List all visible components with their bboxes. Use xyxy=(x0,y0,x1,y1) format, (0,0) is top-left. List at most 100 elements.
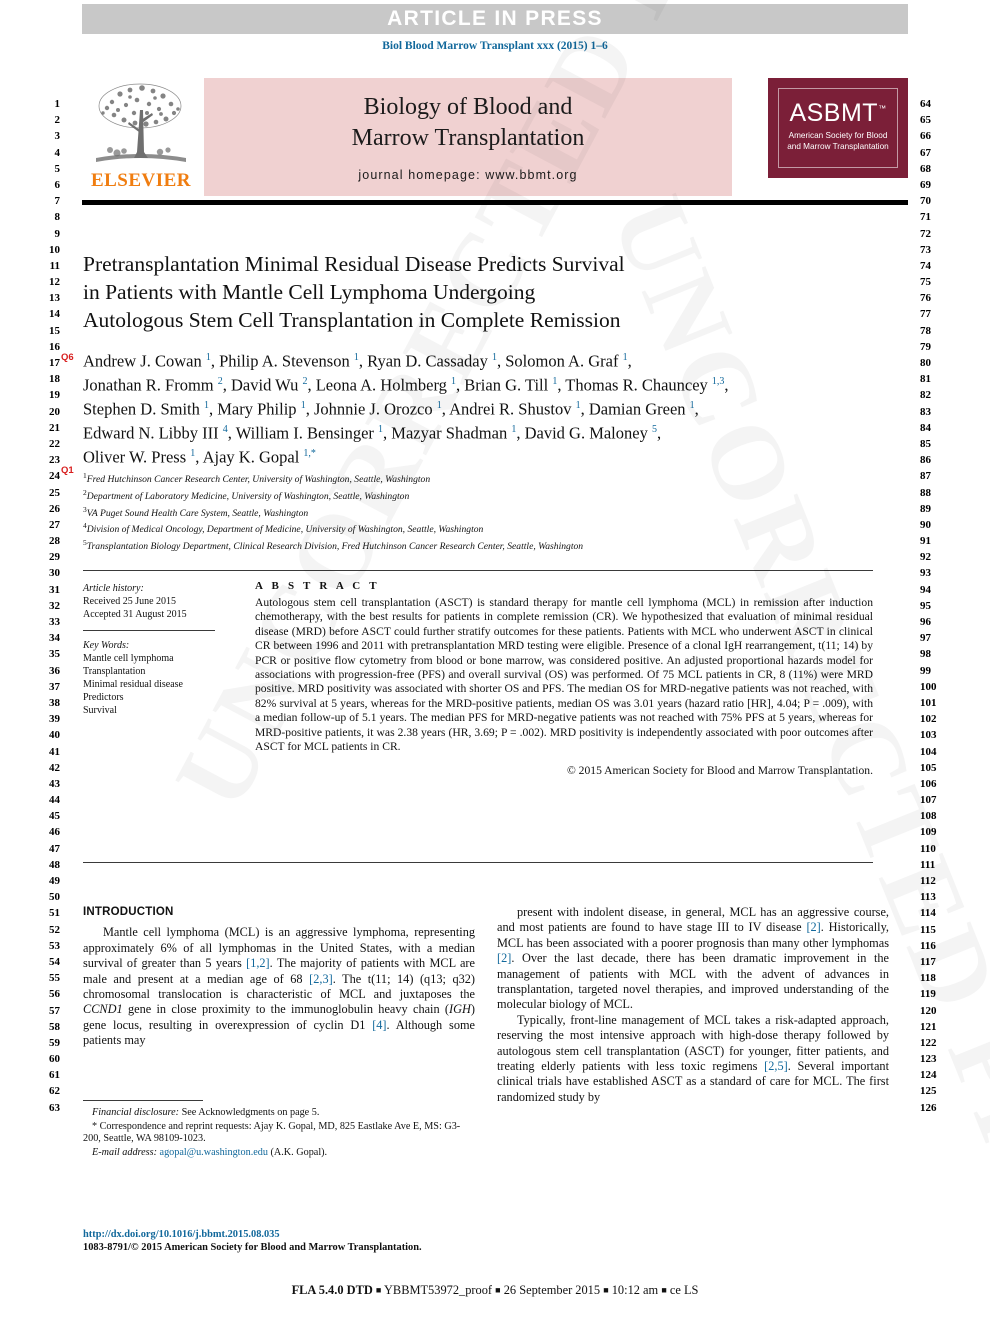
author-affiliation-marker: 1 xyxy=(552,376,558,387)
line-number: 81 xyxy=(920,373,931,386)
line-number: 68 xyxy=(920,162,931,175)
query-mark-q6[interactable]: Q6 xyxy=(61,352,74,363)
financial-disclosure: Financial disclosure: See Acknowledgment… xyxy=(83,1107,475,1120)
line-number: 48 xyxy=(49,858,60,871)
line-number: 47 xyxy=(49,842,60,855)
line-number: 101 xyxy=(920,696,937,709)
author-affiliation-marker: 1 xyxy=(205,352,211,363)
doi-link[interactable]: http://dx.doi.org/10.1016/j.bbmt.2015.08… xyxy=(83,1228,583,1241)
line-number: 33 xyxy=(49,616,60,628)
article-meta: Article history: Received 25 June 2015 A… xyxy=(83,582,223,717)
author-affiliation-marker: 1 xyxy=(436,400,442,411)
affiliation-item: 5Transplantation Biology Department, Cli… xyxy=(83,538,584,553)
body-column-right: present with indolent disease, in genera… xyxy=(497,905,889,1105)
line-number: 49 xyxy=(49,875,60,887)
affiliation-marker: 5 xyxy=(83,538,87,548)
line-number: 10 xyxy=(49,243,60,256)
gene-name: IGH xyxy=(449,1002,471,1017)
line-number: 35 xyxy=(49,648,60,661)
article-title-line-3: Autologous Stem Cell Transplantation in … xyxy=(83,308,621,332)
line-number: 45 xyxy=(49,810,60,823)
line-number: 18 xyxy=(49,373,60,386)
line-number: 61 xyxy=(49,1069,60,1082)
affiliation-list: 1Fred Hutchinson Cancer Research Center,… xyxy=(83,470,883,554)
line-number: 87 xyxy=(920,470,931,483)
asbmt-logo-inner: ASBMT™ American Society for Blood and Ma… xyxy=(778,88,898,168)
proof-operator: ce LS xyxy=(669,1283,699,1297)
proof-separator: ■ xyxy=(375,1285,382,1295)
abstract-text: Autologous stem cell transplantation (AS… xyxy=(255,596,873,754)
line-number: 89 xyxy=(920,502,931,515)
body-column-left: INTRODUCTION Mantle cell lymphoma (MCL) … xyxy=(83,905,475,1049)
line-number: 51 xyxy=(49,907,60,920)
line-number: 120 xyxy=(920,1004,937,1017)
line-number: 38 xyxy=(49,696,60,709)
footnote-block: Financial disclosure: See Acknowledgment… xyxy=(83,1107,475,1160)
author-affiliation-marker: 1,3 xyxy=(711,376,725,387)
line-number: 21 xyxy=(49,421,60,434)
line-number: 28 xyxy=(49,535,60,548)
article-history-heading: Article history: xyxy=(83,583,144,594)
citation-reference[interactable]: [4] xyxy=(372,1018,386,1032)
line-number: 5 xyxy=(54,162,61,175)
line-number: 92 xyxy=(920,551,931,564)
line-number: 70 xyxy=(920,195,931,208)
journal-homepage-url[interactable]: journal homepage: www.bbmt.org xyxy=(204,168,732,182)
line-number: 123 xyxy=(920,1053,937,1066)
abstract-bottom-rule xyxy=(83,862,873,863)
author-affiliation-marker: 1 xyxy=(378,424,384,435)
citation-reference[interactable]: [2,5] xyxy=(764,1059,788,1073)
line-number: 41 xyxy=(49,745,60,758)
proof-dtd: FLA 5.4.0 DTD xyxy=(291,1283,373,1297)
line-number: 22 xyxy=(49,437,60,450)
line-number: 66 xyxy=(920,130,931,143)
line-number: 76 xyxy=(920,292,931,305)
abstract-block: A B S T R A C T Autologous stem cell tra… xyxy=(255,580,873,779)
line-number: 8 xyxy=(54,211,61,224)
line-number: 106 xyxy=(920,777,937,790)
keyword-item: Survival xyxy=(83,705,117,716)
line-number: 6 xyxy=(54,178,61,191)
journal-title-line-1: Biology of Blood and xyxy=(363,94,573,120)
line-number: 20 xyxy=(49,405,60,418)
line-number: 104 xyxy=(920,745,937,758)
financial-disclosure-label: Financial disclosure: xyxy=(92,1107,180,1118)
received-date: Received 25 June 2015 xyxy=(83,596,177,607)
citation-reference[interactable]: [2,3] xyxy=(309,972,333,986)
proof-separator: ■ xyxy=(661,1285,667,1295)
query-mark-q1[interactable]: Q1 xyxy=(61,465,74,476)
line-number: 52 xyxy=(49,923,60,936)
author-line: Edward N. Libby III 4, William I. Bensin… xyxy=(83,423,662,443)
email-link[interactable]: agopal@u.washington.edu xyxy=(160,1147,268,1158)
article-in-press-label: ARTICLE IN PRESS xyxy=(387,7,603,30)
affiliation-item: 3VA Puget Sound Health Care System, Seat… xyxy=(83,504,309,519)
line-number: 40 xyxy=(49,729,60,742)
issn-copyright: 1083-8791/© 2015 American Society for Bl… xyxy=(83,1242,422,1253)
line-number: 114 xyxy=(920,907,936,920)
line-number: 56 xyxy=(49,988,60,1001)
doi-block: http://dx.doi.org/10.1016/j.bbmt.2015.08… xyxy=(83,1228,583,1254)
gene-name: CCND1 xyxy=(83,1002,123,1017)
line-number: 15 xyxy=(49,324,60,337)
line-number: 46 xyxy=(49,826,60,839)
line-number: 85 xyxy=(920,437,931,450)
line-number: 57 xyxy=(49,1004,60,1017)
email-label: E-mail address: xyxy=(92,1146,157,1158)
line-number: 43 xyxy=(49,777,60,790)
citation-reference[interactable]: [2] xyxy=(806,920,820,934)
intro-paragraph-2: present with indolent disease, in genera… xyxy=(497,905,889,1012)
line-number: 65 xyxy=(920,114,931,127)
citation-reference[interactable]: [1,2] xyxy=(246,956,270,970)
line-number: 118 xyxy=(920,972,936,985)
line-number: 55 xyxy=(49,972,60,985)
author-list: Andrew J. Cowan 1, Philip A. Stevenson 1… xyxy=(83,348,883,468)
citation-reference[interactable]: [2] xyxy=(497,951,511,965)
journal-masthead: ELSEVIER Biology of Blood and Marrow Tra… xyxy=(82,78,908,198)
line-number: 109 xyxy=(920,826,937,839)
author-affiliation-marker: 1 xyxy=(353,352,359,363)
author-affiliation-marker: 1 xyxy=(492,352,497,363)
keyword-list: Mantle cell lymphoma Transplantation Minim… xyxy=(83,652,223,717)
line-number: 111 xyxy=(920,858,936,871)
journal-title-box: Biology of Blood and Marrow Transplantat… xyxy=(204,78,732,196)
article-title-line-2: in Patients with Mantle Cell Lymphoma Un… xyxy=(83,280,536,304)
